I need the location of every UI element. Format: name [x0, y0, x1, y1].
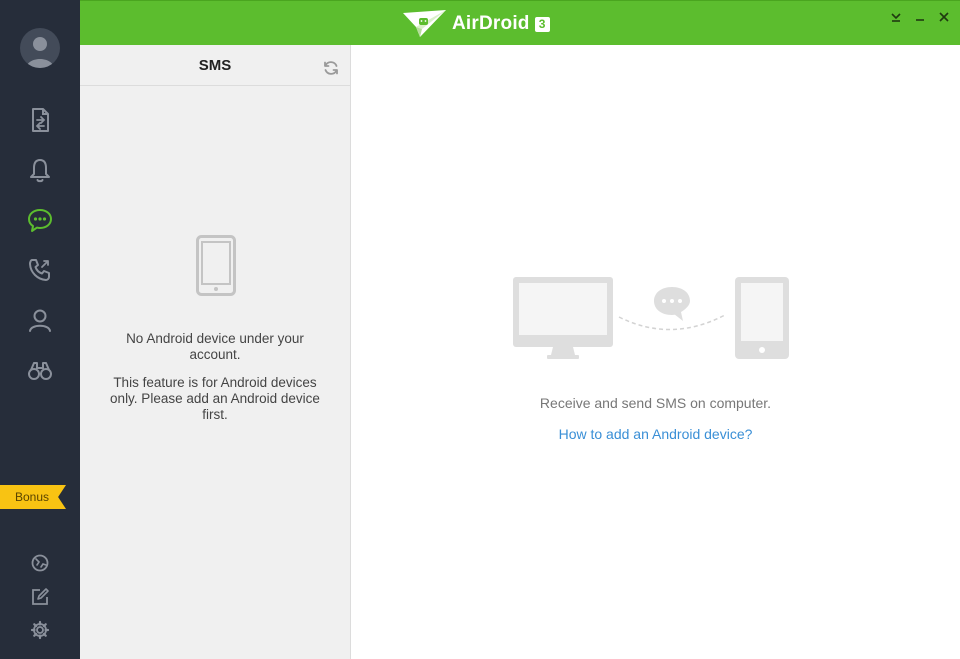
minimize-to-tray-icon [891, 13, 901, 22]
sidebar-item-calls[interactable] [20, 250, 60, 290]
phone-placeholder-icon [196, 235, 236, 296]
sidebar-item-contacts[interactable] [20, 300, 60, 340]
minimize-to-tray-button[interactable] [888, 9, 904, 25]
refresh-icon[interactable] [322, 59, 340, 77]
no-device-message: No Android device under your account. [126, 331, 304, 362]
computer-phone-sync-illustration [513, 277, 789, 359]
sidebar-item-find-phone[interactable] [20, 350, 60, 390]
web-icon [31, 554, 49, 572]
minimize-button[interactable] [912, 9, 928, 25]
feature-hint-message: This feature is for Android devices only… [110, 375, 320, 422]
app-brand: AirDroid 3 [402, 9, 550, 39]
close-button[interactable] [936, 9, 952, 25]
add-android-device-link[interactable]: How to add an Android device? [351, 426, 960, 442]
sidebar-item-files[interactable] [20, 100, 60, 140]
title-bar[interactable]: AirDroid 3 [80, 0, 960, 45]
bonus-badge[interactable]: Bonus [0, 485, 66, 509]
user-avatar[interactable] [20, 28, 60, 68]
sms-panel: SMS No Android device under your account… [80, 45, 351, 659]
sms-chat-icon [28, 209, 52, 232]
sidebar: Bonus [0, 0, 80, 659]
user-avatar-icon [26, 37, 54, 68]
main-content: Receive and send SMS on computer. How to… [351, 45, 960, 659]
settings-gear-icon [30, 620, 50, 640]
file-transfer-icon [32, 108, 49, 132]
minimize-icon [916, 19, 924, 21]
sidebar-item-web[interactable] [28, 551, 52, 575]
sms-panel-header: SMS [80, 45, 350, 86]
app-name: AirDroid [452, 13, 530, 34]
version-badge: 3 [534, 16, 550, 32]
sidebar-item-feedback[interactable] [28, 585, 52, 609]
close-icon [939, 12, 949, 22]
sidebar-item-settings[interactable] [28, 618, 52, 642]
notification-bell-icon [30, 159, 50, 183]
call-log-icon [29, 259, 50, 281]
contacts-icon [29, 309, 51, 332]
panel-title: SMS [198, 57, 232, 74]
sms-feature-description: Receive and send SMS on computer. [539, 395, 772, 411]
sidebar-item-notifications[interactable] [20, 150, 60, 190]
airdroid-window: Bonus AirDroid 3 SMS No Android device u… [0, 0, 960, 659]
binoculars-icon [28, 362, 52, 380]
airdroid-logo-icon [403, 10, 446, 37]
sidebar-item-sms[interactable] [20, 200, 60, 240]
feedback-edit-icon [32, 588, 49, 605]
